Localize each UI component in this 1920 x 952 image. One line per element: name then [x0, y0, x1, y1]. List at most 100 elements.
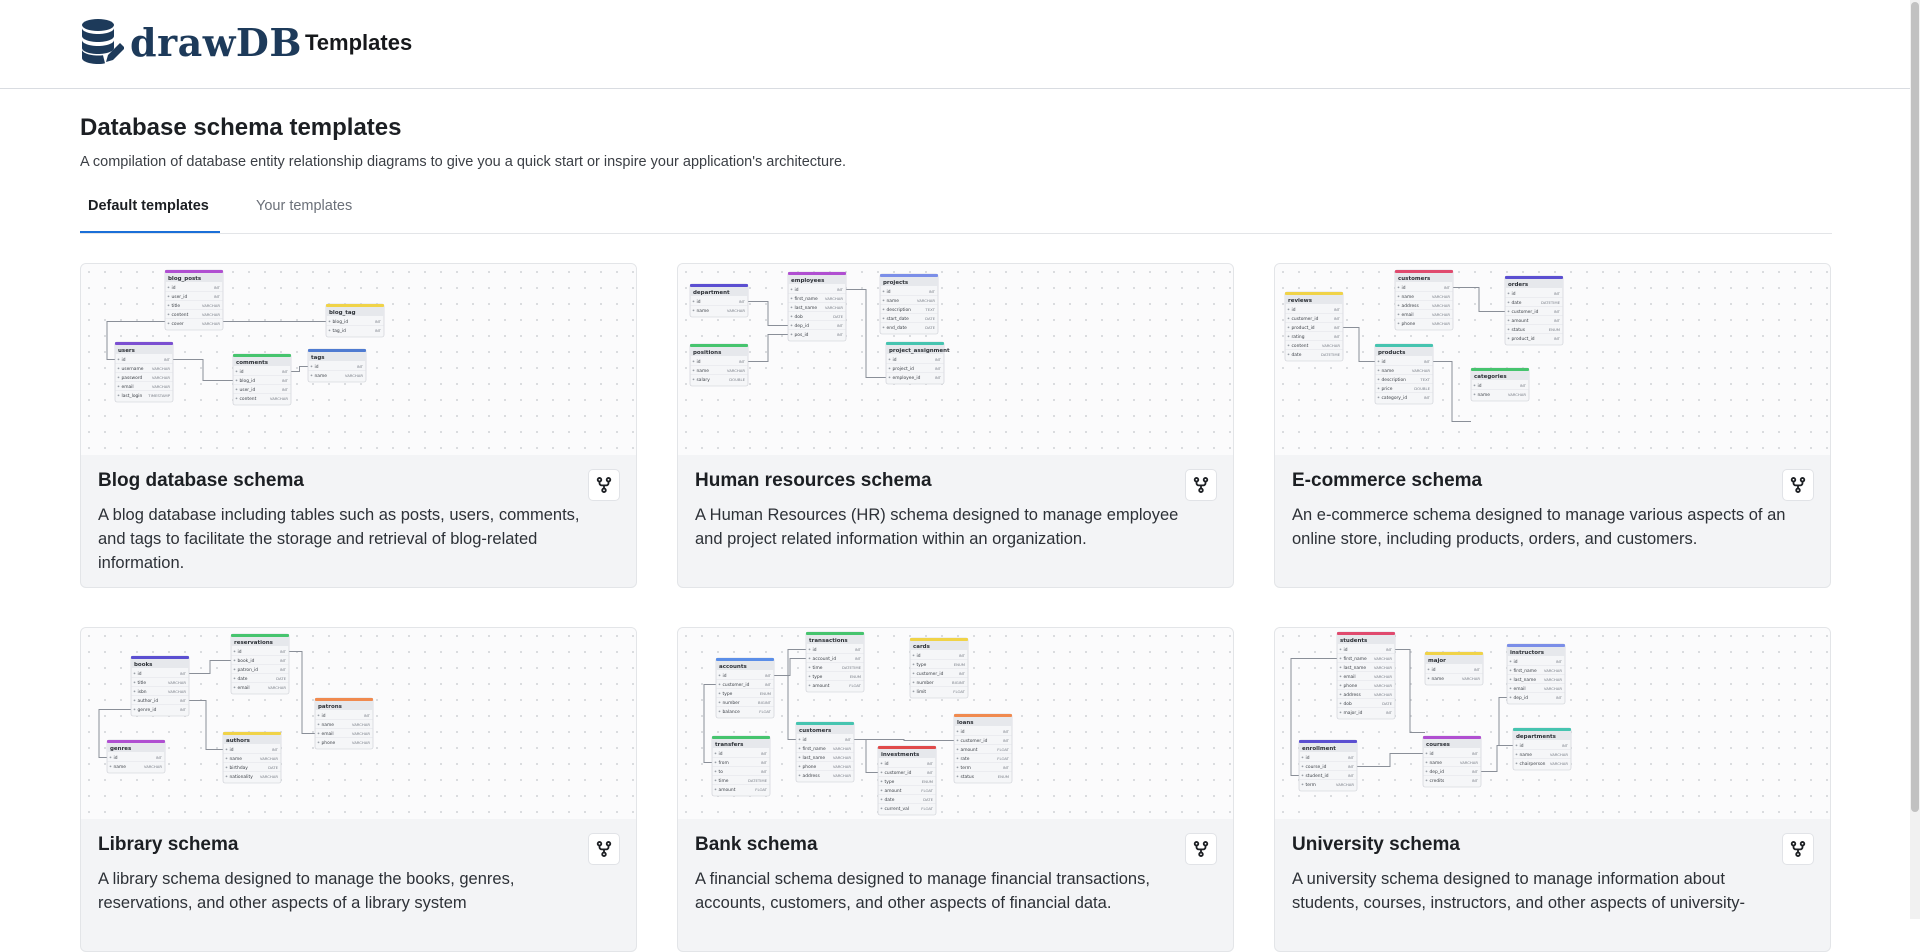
- field-type: VARCHAR: [825, 296, 844, 301]
- relationship-line: [189, 660, 231, 674]
- table-node: enrollment id INT course_id INT student_id INT…: [1298, 739, 1358, 792]
- relationship-line: [1433, 361, 1471, 422]
- field-type: VARCHAR: [1432, 321, 1451, 326]
- table-name: cards: [913, 644, 931, 650]
- fork-template-button[interactable]: [588, 469, 620, 501]
- card-title: University schema: [1292, 834, 1460, 855]
- template-card[interactable]: reservations id INT book_id INT patron_id INT d…: [80, 627, 637, 952]
- relationship-line: [748, 301, 788, 326]
- field-type: INT: [280, 649, 287, 654]
- template-card[interactable]: customers id INT name VARCHAR address VARCHAR e…: [1274, 263, 1831, 588]
- field-name: dob: [1344, 701, 1352, 707]
- field-type: DATE: [925, 316, 935, 321]
- field-name: address: [1344, 692, 1362, 698]
- field-name: customer_id: [723, 682, 750, 688]
- field-type: INT: [959, 671, 966, 676]
- field-type: VARCHAR: [1544, 677, 1563, 682]
- relationship-line: [1481, 745, 1513, 772]
- tab-default-templates[interactable]: Default templates: [80, 198, 220, 233]
- field-type: INT: [280, 658, 287, 663]
- field-type: VARCHAR: [1508, 392, 1527, 397]
- card-title: Blog database schema: [98, 470, 304, 491]
- field-name: email: [238, 685, 250, 691]
- field-name: employee_id: [893, 375, 921, 381]
- field-type: VARCHAR: [1374, 683, 1393, 688]
- fork-template-button[interactable]: [1185, 469, 1217, 501]
- field-type: VARCHAR: [352, 740, 371, 745]
- field-type: VARCHAR: [825, 305, 844, 310]
- table-name: projects: [883, 280, 909, 286]
- field-name: first_name: [1514, 668, 1538, 674]
- fork-template-button[interactable]: [1782, 833, 1814, 865]
- field-type: DATE: [833, 314, 843, 319]
- field-name: amount: [885, 788, 902, 794]
- field-type: VARCHAR: [1374, 692, 1393, 697]
- field-name: email: [322, 731, 334, 737]
- table-node: patrons id INT name VARCHAR email VARCHAR phone…: [314, 697, 374, 750]
- field-name: genre_id: [138, 707, 157, 713]
- fork-template-button[interactable]: [588, 833, 620, 865]
- erd-diagram: transactions id INT account_id INT time DATETI…: [703, 631, 1013, 816]
- diagram-preview[interactable]: students id INT first_name VARCHAR last_name V…: [1275, 628, 1830, 819]
- field-type: INT: [1554, 318, 1561, 323]
- table-node: major id INT name VARCHAR: [1424, 651, 1484, 686]
- page-scrollbar[interactable]: [1910, 0, 1920, 919]
- field-name: patron_id: [238, 667, 259, 673]
- field-type: INT: [959, 653, 966, 658]
- field-name: phone: [322, 740, 336, 746]
- field-type: VARCHAR: [727, 308, 746, 313]
- template-card[interactable]: transactions id INT account_id INT time DATETI…: [677, 627, 1234, 952]
- field-type: ENUM: [1549, 327, 1560, 332]
- field-name: product_id: [1512, 336, 1535, 342]
- field-name: dep_id: [795, 323, 810, 329]
- field-name: book_id: [238, 658, 255, 664]
- field-name: email: [1344, 674, 1356, 680]
- field-name: type: [885, 779, 895, 785]
- template-card[interactable]: students id INT first_name VARCHAR last_name V…: [1274, 627, 1831, 952]
- field-type: VARCHAR: [1432, 303, 1451, 308]
- table-name: positions: [693, 350, 722, 356]
- table-node: blog_postsid INT user_id INT title VARCHAR con…: [164, 269, 224, 331]
- field-type: INT: [282, 387, 289, 392]
- table-name: reviews: [1288, 298, 1313, 304]
- field-type: VARCHAR: [833, 746, 852, 751]
- field-name: customer_id: [961, 738, 988, 744]
- field-type: VARCHAR: [1374, 656, 1393, 661]
- fork-template-button[interactable]: [1782, 469, 1814, 501]
- table-name: orders: [1508, 282, 1529, 288]
- field-type: INT: [1554, 291, 1561, 296]
- field-type: INT: [1554, 336, 1561, 341]
- field-name: user_id: [240, 387, 256, 393]
- scrollbar-thumb[interactable]: [1911, 2, 1919, 812]
- field-name: id: [1430, 751, 1434, 757]
- field-name: email: [1402, 312, 1414, 318]
- field-name: type: [917, 662, 927, 668]
- template-card[interactable]: blog_posts id INT user_id INT title VARCHAR con…: [80, 263, 637, 588]
- diagram-preview[interactable]: transactions id INT account_id INT time DATETI…: [678, 628, 1233, 819]
- field-type: ENUM: [954, 662, 965, 667]
- tab-your-templates[interactable]: Your templates: [248, 198, 360, 233]
- diagram-preview[interactable]: customers id INT name VARCHAR address VARCHAR e…: [1275, 264, 1830, 455]
- table-node: cards id INT type ENUM customer_id INT number BI…: [909, 637, 969, 699]
- diagram-preview[interactable]: blog_posts id INT user_id INT title VARCHAR con…: [81, 264, 636, 455]
- field-type: VARCHAR: [1550, 752, 1569, 757]
- field-type: INT: [845, 737, 852, 742]
- diagram-preview[interactable]: reservations id INT book_id INT patron_id INT d…: [81, 628, 636, 819]
- field-name: name: [230, 757, 243, 762]
- template-card[interactable]: department id INT name VARCHAR employees id INT…: [677, 263, 1234, 588]
- field-type: INT: [214, 294, 221, 299]
- logo[interactable]: drawDB: [80, 18, 302, 66]
- diagram-preview[interactable]: department id INT name VARCHAR employees id INT…: [678, 264, 1233, 455]
- table-node: employees id INT first_name VARCHAR last_name…: [787, 271, 847, 342]
- relationship-line: [1498, 697, 1513, 746]
- field-type: INT: [1424, 359, 1431, 364]
- field-name: cover: [172, 321, 184, 327]
- fork-template-button[interactable]: [1185, 833, 1217, 865]
- field-type: INT: [935, 375, 942, 380]
- field-name: name: [887, 299, 900, 304]
- field-name: id: [917, 653, 921, 659]
- field-name: id: [893, 357, 897, 363]
- field-type: INT: [739, 299, 746, 304]
- field-name: id: [230, 747, 234, 753]
- relationship-line: [854, 739, 954, 741]
